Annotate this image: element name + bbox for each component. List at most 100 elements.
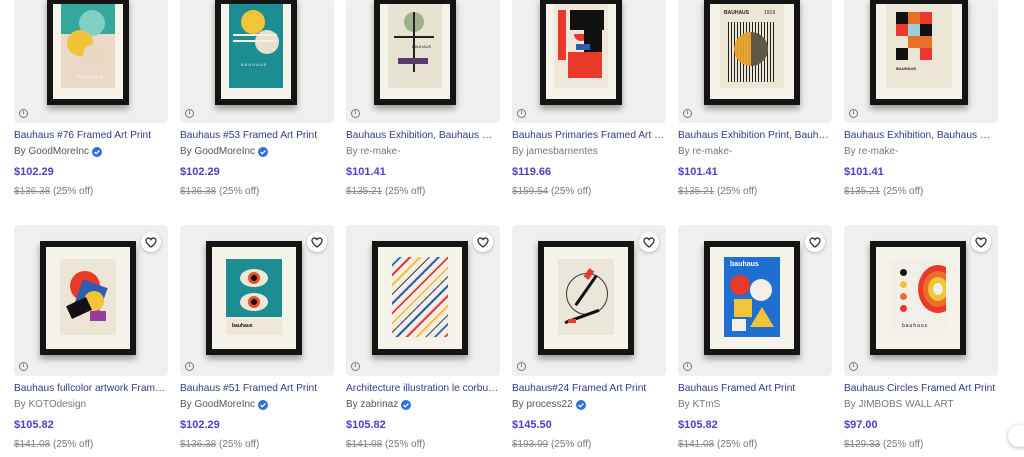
- info-icon[interactable]: i: [683, 362, 692, 371]
- product-image[interactable]: i: [512, 225, 666, 376]
- verified-check-icon: [258, 399, 269, 410]
- artist-name[interactable]: By GoodMoreInc: [14, 145, 168, 158]
- product-title[interactable]: Architecture illustration le corbusi...: [346, 382, 500, 395]
- verified-check-icon: [401, 399, 412, 410]
- product-card[interactable]: i Bauhaus Primaries Framed Art Print By …: [512, 0, 666, 198]
- price: $102.29: [180, 419, 220, 431]
- product-image[interactable]: BAUHAUS i: [14, 0, 168, 123]
- artist-name[interactable]: By re-make-: [678, 145, 832, 158]
- artist-name[interactable]: By KOTOdesign: [14, 398, 168, 411]
- heart-outline-icon[interactable]: [971, 232, 991, 252]
- heart-outline-icon[interactable]: [141, 232, 161, 252]
- product-image[interactable]: bauhaus i: [180, 225, 334, 376]
- info-icon[interactable]: i: [517, 109, 526, 118]
- artist-name[interactable]: By zabrinaz: [346, 398, 500, 411]
- price: $105.82: [346, 419, 386, 431]
- product-card[interactable]: bauhaus i Bauhaus #51 Framed Art Print B…: [180, 225, 334, 451]
- info-icon[interactable]: i: [351, 362, 360, 371]
- info-icon[interactable]: i: [19, 362, 28, 371]
- artwork: BAUHAUS: [229, 4, 283, 88]
- product-image[interactable]: i: [512, 0, 666, 123]
- artist-name[interactable]: By jamesbarrientes: [512, 145, 666, 158]
- product-card[interactable]: BAUHAUS i Bauhaus Exhibition, Bauhaus Wa…: [346, 0, 500, 198]
- price: $105.82: [678, 419, 718, 431]
- original-price: $135.21 (25% off): [844, 186, 924, 197]
- product-image[interactable]: bauhaus i: [678, 225, 832, 376]
- info-icon[interactable]: i: [683, 109, 692, 118]
- price: $97.00: [844, 419, 878, 431]
- product-title[interactable]: Bauhaus Exhibition, Bauhaus Wall...: [844, 129, 998, 142]
- info-icon[interactable]: i: [351, 109, 360, 118]
- product-card[interactable]: i Bauhaus fullcolor artwork Framed... By…: [14, 225, 168, 451]
- info-icon[interactable]: i: [185, 362, 194, 371]
- original-price: $193.99 (25% off): [512, 439, 592, 450]
- scroll-button[interactable]: [1008, 425, 1024, 447]
- product-card[interactable]: i Bauhaus#24 Framed Art Print By process…: [512, 225, 666, 451]
- heart-outline-icon[interactable]: [473, 232, 493, 252]
- original-price: $136.38 (25% off): [180, 439, 260, 450]
- product-image[interactable]: BAUHAUS 1919 i: [678, 0, 832, 123]
- product-card[interactable]: bauhaus i Bauhaus Circles Framed Art Pri…: [844, 225, 998, 451]
- product-title[interactable]: Bauhaus Exhibition, Bauhaus Wall...: [346, 129, 500, 142]
- frame: [40, 241, 136, 355]
- heart-outline-icon[interactable]: [307, 232, 327, 252]
- product-title[interactable]: Bauhaus #76 Framed Art Print: [14, 129, 168, 142]
- original-price: $135.21 (25% off): [678, 186, 758, 197]
- artwork: [554, 4, 608, 88]
- product-title[interactable]: Bauhaus #53 Framed Art Print: [180, 129, 334, 142]
- product-image[interactable]: BAUHAUS i: [844, 0, 998, 123]
- artwork: [392, 257, 448, 337]
- price: $102.29: [180, 166, 220, 178]
- product-title[interactable]: Bauhaus Framed Art Print: [678, 382, 832, 395]
- info-icon[interactable]: i: [849, 362, 858, 371]
- product-image[interactable]: i: [346, 225, 500, 376]
- product-image[interactable]: i: [14, 225, 168, 376]
- product-card[interactable]: bauhaus i Bauhaus Framed Art Print By KT…: [678, 225, 832, 451]
- frame: BAUHAUS: [374, 0, 456, 105]
- artist-name[interactable]: By GoodMoreInc: [180, 145, 334, 158]
- frame: BAUHAUS: [47, 0, 129, 105]
- product-card[interactable]: BAUHAUS i Bauhaus #53 Framed Art Print B…: [180, 0, 334, 198]
- product-image[interactable]: BAUHAUS i: [346, 0, 500, 123]
- frame: bauhaus: [704, 241, 800, 355]
- product-image[interactable]: BAUHAUS i: [180, 0, 334, 123]
- info-icon[interactable]: i: [517, 362, 526, 371]
- product-title[interactable]: Bauhaus #51 Framed Art Print: [180, 382, 334, 395]
- product-title[interactable]: Bauhaus Primaries Framed Art Print: [512, 129, 666, 142]
- product-card[interactable]: BAUHAUS i Bauhaus Exhibition, Bauhaus Wa…: [844, 0, 998, 198]
- heart-outline-icon[interactable]: [805, 232, 825, 252]
- artist-name[interactable]: By GoodMoreInc: [180, 398, 334, 411]
- frame: BAUHAUS: [870, 0, 968, 105]
- product-title[interactable]: Bauhaus#24 Framed Art Print: [512, 382, 666, 395]
- art-caption: BAUHAUS: [724, 10, 749, 16]
- price: $102.29: [14, 166, 54, 178]
- original-price: $136.38 (25% off): [180, 186, 260, 197]
- frame: [372, 241, 468, 355]
- price: $119.66: [512, 166, 552, 178]
- product-title[interactable]: Bauhaus fullcolor artwork Framed...: [14, 382, 168, 395]
- product-title[interactable]: Bauhaus Exhibition Print, Bauhaus...: [678, 129, 832, 142]
- art-caption: bauhaus: [232, 323, 253, 329]
- original-price: $159.54 (25% off): [512, 186, 592, 197]
- artist-name[interactable]: By process22: [512, 398, 666, 411]
- heart-outline-icon[interactable]: [639, 232, 659, 252]
- artist-name[interactable]: By JIMBOBS WALL ART: [844, 398, 998, 411]
- info-icon[interactable]: i: [849, 109, 858, 118]
- product-title[interactable]: Bauhaus Circles Framed Art Print: [844, 382, 998, 395]
- artist-name[interactable]: By re-make-: [844, 145, 998, 158]
- artwork: bauhaus: [890, 259, 946, 335]
- product-card[interactable]: BAUHAUS i Bauhaus #76 Framed Art Print B…: [14, 0, 168, 198]
- frame: [538, 241, 634, 355]
- info-icon[interactable]: i: [19, 109, 28, 118]
- price: $101.41: [678, 166, 718, 178]
- artist-name[interactable]: By re-make-: [346, 145, 500, 158]
- product-card[interactable]: i Architecture illustration le corbusi..…: [346, 225, 500, 451]
- original-price: $141.08 (25% off): [346, 439, 426, 450]
- product-image[interactable]: bauhaus i: [844, 225, 998, 376]
- info-icon[interactable]: i: [185, 109, 194, 118]
- art-caption: BAUHAUS: [241, 62, 268, 67]
- product-card[interactable]: BAUHAUS 1919 i Bauhaus Exhibition Print,…: [678, 0, 832, 198]
- artwork: BAUHAUS: [388, 4, 442, 88]
- price: $101.41: [346, 166, 386, 178]
- artist-name[interactable]: By KTmS: [678, 398, 832, 411]
